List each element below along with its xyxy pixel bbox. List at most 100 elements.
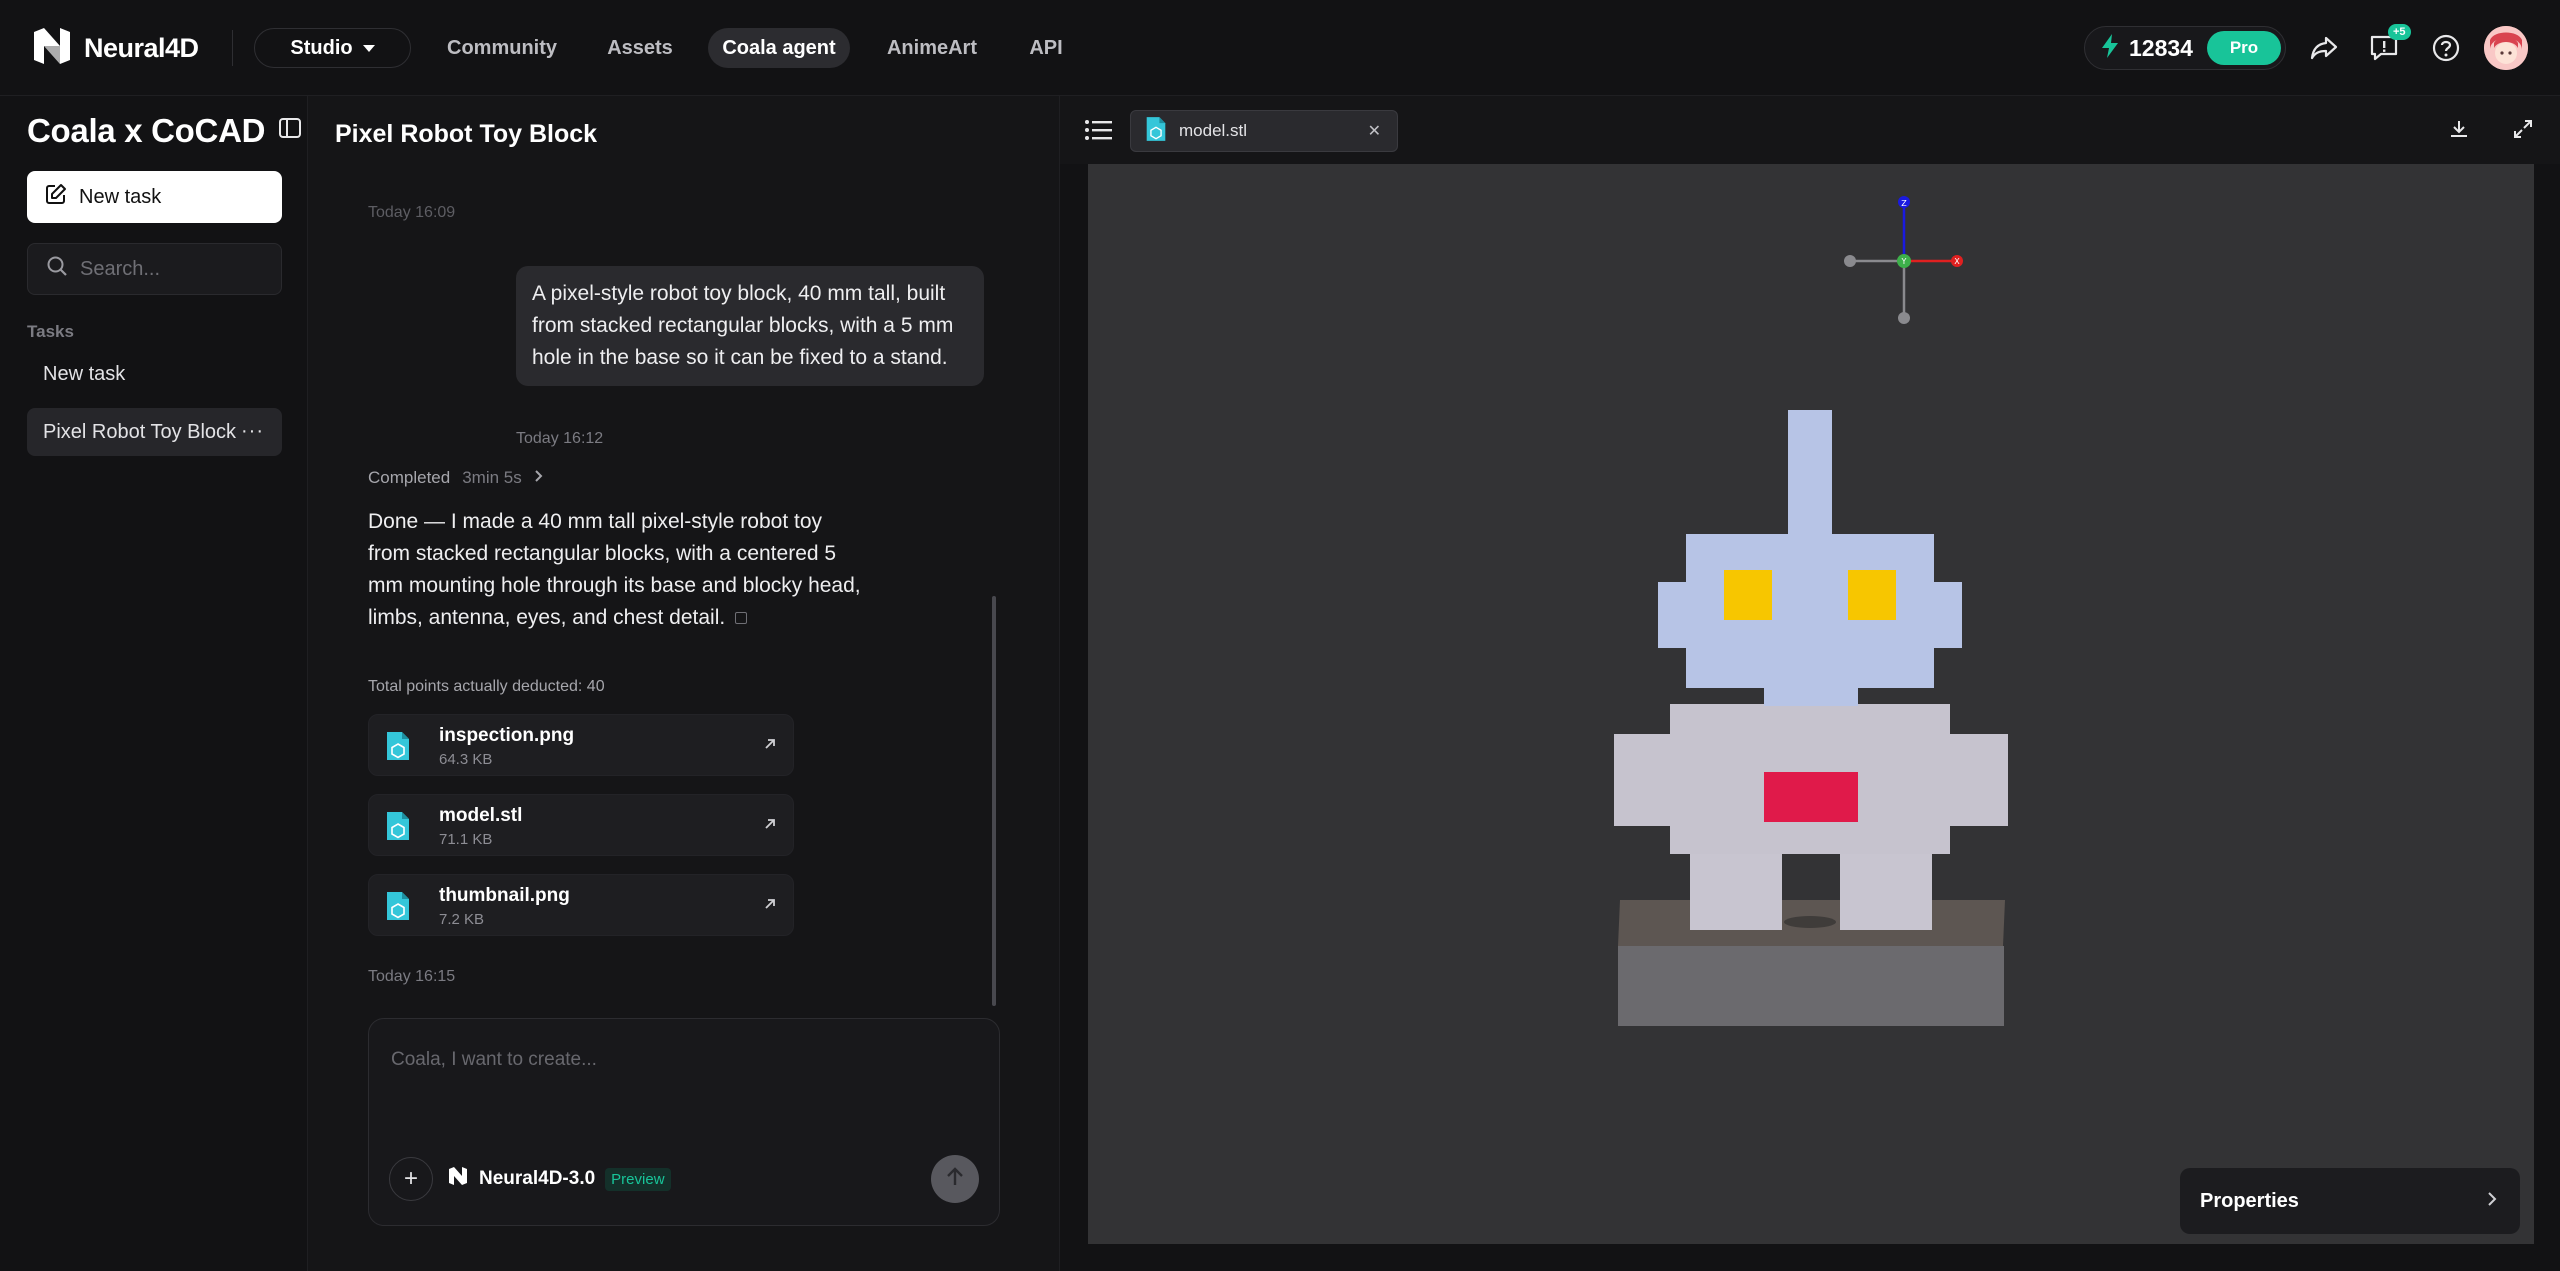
studio-dropdown[interactable]: Studio	[254, 28, 411, 68]
task-label: Pixel Robot Toy Block	[43, 420, 237, 443]
status-label: Completed	[368, 468, 451, 487]
y-axis-label: Y	[1901, 257, 1907, 266]
properties-label: Properties	[2200, 1189, 2299, 1212]
share-icon[interactable]	[2306, 30, 2342, 66]
neural4d-logo-icon	[447, 1165, 469, 1193]
nav-assets[interactable]: Assets	[590, 28, 690, 68]
open-external-icon[interactable]	[763, 737, 777, 756]
pro-plan-badge[interactable]: Pro	[2207, 31, 2281, 65]
composer-placeholder: Coala, I want to create...	[391, 1049, 597, 1070]
file-name: thumbnail.png	[439, 885, 570, 906]
faded-timestamp: Today 16:09	[368, 204, 456, 221]
open-external-icon[interactable]	[763, 817, 777, 836]
user-avatar[interactable]	[2484, 26, 2528, 70]
brand-name: Neural4D	[84, 32, 199, 63]
file-card-thumbnail[interactable]: thumbnail.png 7.2 KB	[368, 874, 794, 936]
tab-model-stl[interactable]: model.stl ✕	[1130, 110, 1398, 152]
send-button[interactable]	[931, 1155, 979, 1203]
base-front-face	[1618, 946, 2004, 1026]
tab-label: model.stl	[1179, 121, 1248, 140]
message-composer[interactable]: Coala, I want to create... + Neural4D-3.…	[368, 1018, 1000, 1226]
caret-down-icon	[362, 44, 375, 52]
properties-panel-toggle[interactable]: Properties	[2180, 1168, 2520, 1234]
z-axis-label: Z	[1901, 199, 1907, 208]
copy-icon[interactable]	[735, 612, 748, 625]
divider	[232, 30, 233, 66]
3d-viewport[interactable]: Z X Y	[1088, 164, 2534, 1244]
studio-label: Studio	[290, 36, 353, 59]
file-name: model.stl	[439, 805, 523, 826]
lightning-icon	[2101, 33, 2119, 63]
neural4d-logo-icon	[30, 24, 74, 73]
list-icon[interactable]	[1084, 118, 1112, 147]
robot-model-render: Z X Y	[1614, 196, 2008, 1026]
right-leg	[1840, 854, 1932, 930]
preview-badge: Preview	[605, 1167, 671, 1191]
nav-coala-agent[interactable]: Coala agent	[708, 28, 850, 68]
credits-value: 12834	[2129, 34, 2193, 61]
task-label: New task	[43, 362, 126, 385]
help-icon[interactable]	[2428, 30, 2464, 66]
mounting-hole	[1784, 916, 1836, 928]
attach-button[interactable]: +	[389, 1157, 433, 1201]
download-icon[interactable]	[2448, 118, 2470, 145]
credits-display[interactable]: 12834 Pro	[2084, 26, 2286, 70]
search-icon	[46, 255, 68, 283]
chevron-right-icon	[534, 468, 544, 488]
file-card-model[interactable]: model.stl 71.1 KB	[368, 794, 794, 856]
feedback-icon[interactable]: +5	[2366, 24, 2411, 66]
reply-text: Done — I made a 40 mm tall pixel-style r…	[368, 510, 861, 629]
user-message: A pixel-style robot toy block, 40 mm tal…	[516, 266, 984, 386]
file-name: inspection.png	[439, 725, 575, 746]
file-icon	[385, 810, 411, 847]
run-duration: 3min 5s	[462, 468, 522, 487]
file-icon	[1145, 115, 1167, 148]
new-task-label: New task	[79, 185, 162, 208]
arrow-up-icon	[944, 1166, 966, 1193]
nav-animeart[interactable]: AnimeArt	[870, 28, 994, 68]
task-sidebar: Coala x CoCAD New task Search... Tasks N…	[0, 96, 308, 1271]
axis-gizmo[interactable]: Z X Y	[1844, 196, 1963, 324]
close-icon[interactable]: ✕	[1368, 121, 1381, 141]
left-eye	[1724, 570, 1772, 620]
open-external-icon[interactable]	[763, 897, 777, 916]
chat-title: Pixel Robot Toy Block	[335, 120, 598, 148]
model-name: Neural4D-3.0	[479, 1168, 596, 1189]
nav-community[interactable]: Community	[430, 28, 574, 68]
task-search-input[interactable]: Search...	[27, 243, 282, 295]
run-status[interactable]: Completed 3min 5s	[368, 468, 544, 488]
more-options-icon[interactable]: ···	[241, 420, 264, 443]
right-eye	[1848, 570, 1896, 620]
new-task-button[interactable]: New task	[27, 171, 282, 223]
file-size: 64.3 KB	[439, 751, 493, 768]
chat-panel: Pixel Robot Toy Block Today 16:09 A pixe…	[308, 96, 1060, 1271]
sidebar-toggle-icon[interactable]	[278, 116, 302, 145]
left-leg	[1690, 854, 1782, 930]
file-size: 7.2 KB	[439, 911, 485, 928]
sidebar-task-pixel-robot[interactable]: Pixel Robot Toy Block ···	[27, 408, 282, 456]
brand-logo[interactable]: Neural4D	[30, 26, 199, 70]
notification-badge: +5	[2388, 24, 2411, 40]
sidebar-task-new-task[interactable]: New task	[27, 350, 282, 398]
chat-scrollbar[interactable]	[992, 596, 996, 1006]
search-placeholder: Search...	[80, 257, 161, 280]
top-navigation-bar: Neural4D Studio Community Assets Coala a…	[0, 0, 2560, 96]
reply-timestamp: Today 16:15	[368, 968, 456, 985]
edit-icon	[45, 183, 67, 211]
nav-api[interactable]: API	[1012, 28, 1080, 68]
chest-panel	[1764, 772, 1858, 822]
x-axis-label: X	[1954, 257, 1960, 266]
tasks-section-label: Tasks	[27, 322, 74, 341]
points-deducted: Total points actually deducted: 40	[368, 678, 605, 695]
model-selector[interactable]: Neural4D-3.0 Preview	[447, 1159, 671, 1199]
fullscreen-icon[interactable]	[2512, 118, 2534, 145]
head-sides	[1658, 582, 1962, 648]
file-icon	[385, 730, 411, 767]
viewer-toolbar: model.stl ✕	[1060, 96, 2560, 164]
file-icon	[385, 890, 411, 927]
file-size: 71.1 KB	[439, 831, 493, 848]
antenna	[1788, 410, 1832, 536]
user-message-timestamp: Today 16:12	[516, 430, 604, 447]
assistant-reply: Done — I made a 40 mm tall pixel-style r…	[368, 506, 868, 634]
file-card-inspection[interactable]: inspection.png 64.3 KB	[368, 714, 794, 776]
